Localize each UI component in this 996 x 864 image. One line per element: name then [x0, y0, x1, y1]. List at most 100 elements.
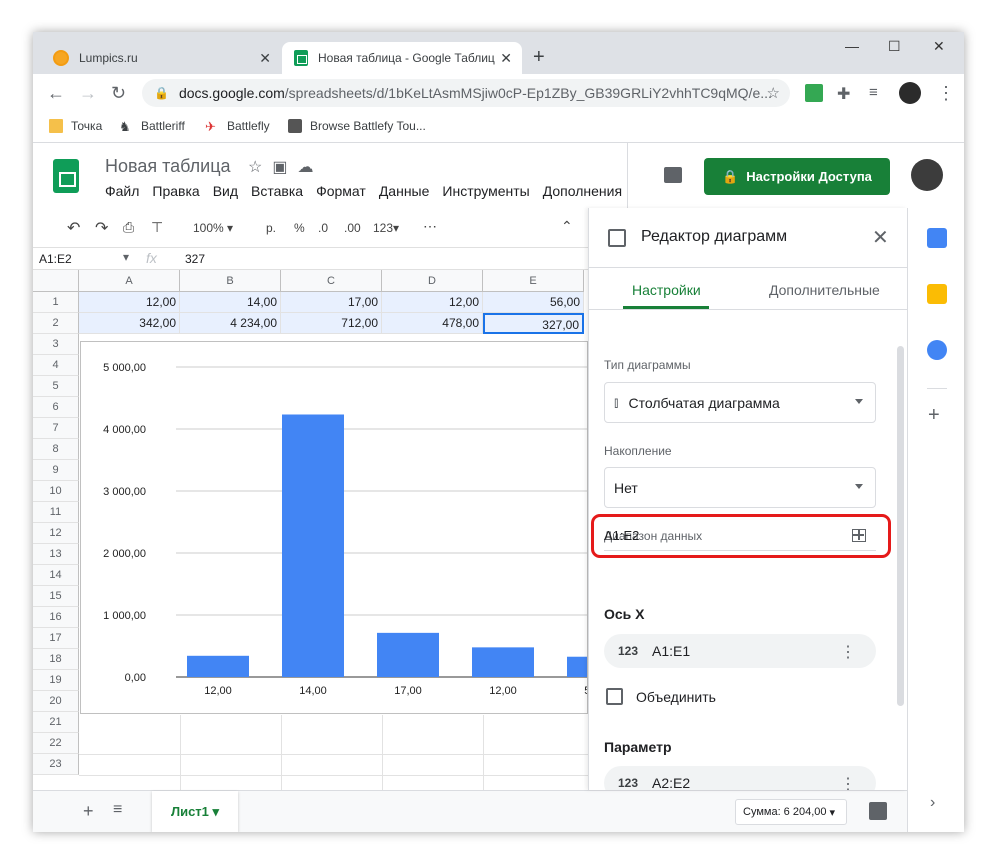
- close-icon[interactable]: ✕: [872, 225, 889, 250]
- add-sheet-icon[interactable]: +: [83, 801, 94, 822]
- profile-avatar-icon[interactable]: [899, 82, 921, 104]
- zoom-select[interactable]: 100% ▾: [193, 221, 233, 235]
- row-header[interactable]: 1: [33, 292, 79, 313]
- expand-panel-icon[interactable]: ›: [930, 794, 935, 812]
- maximize-icon[interactable]: ☐: [888, 38, 901, 55]
- row-header[interactable]: 4: [33, 355, 79, 376]
- window-close-icon[interactable]: ✕: [933, 38, 945, 55]
- currency-format-button[interactable]: р.: [266, 221, 276, 235]
- aggregate-checkbox[interactable]: [606, 688, 623, 705]
- menu-edit[interactable]: Правка: [152, 183, 199, 199]
- sheet-tab-list1[interactable]: Лист1 ▾: [152, 791, 238, 832]
- paint-format-icon[interactable]: ⊤: [151, 219, 163, 236]
- bookmark-item[interactable]: ✈ Battlefly: [205, 119, 270, 134]
- row-header[interactable]: 14: [33, 565, 79, 586]
- menu-insert[interactable]: Вставка: [251, 183, 303, 199]
- menu-kebab-icon[interactable]: ⋮: [937, 83, 955, 104]
- cell-b1[interactable]: 14,00: [180, 292, 281, 313]
- name-box-dropdown-icon[interactable]: ▾: [123, 250, 129, 264]
- bookmark-star-icon[interactable]: ☆: [767, 84, 780, 102]
- row-header[interactable]: 6: [33, 397, 79, 418]
- user-avatar[interactable]: [911, 159, 943, 191]
- cell-a2[interactable]: 342,00: [79, 313, 180, 334]
- more-formats-select[interactable]: 123▾: [373, 221, 399, 235]
- row-header[interactable]: 15: [33, 586, 79, 607]
- redo-icon[interactable]: ↷: [95, 218, 108, 238]
- url-input[interactable]: 🔒 docs.google.com/spreadsheets/d/1bKeLtA…: [142, 79, 790, 107]
- cell-d2[interactable]: 478,00: [382, 313, 483, 334]
- decrease-decimal-button[interactable]: .0: [318, 221, 328, 235]
- row-header[interactable]: 19: [33, 670, 79, 691]
- collapse-icon[interactable]: ⌃: [561, 218, 573, 235]
- menu-addons[interactable]: Дополнения: [543, 183, 622, 199]
- row-header[interactable]: 13: [33, 544, 79, 565]
- cell-c1[interactable]: 17,00: [281, 292, 382, 313]
- check-extension-icon[interactable]: [805, 84, 823, 102]
- row-header[interactable]: 3: [33, 334, 79, 355]
- menu-file[interactable]: Файл: [105, 183, 139, 199]
- tab-lumpics[interactable]: Lumpics.ru ✕: [41, 42, 281, 74]
- bookmark-item[interactable]: ♞ Battleriff: [119, 119, 185, 134]
- bookmark-item[interactable]: Точка: [49, 119, 102, 133]
- more-options-icon[interactable]: ⋮: [840, 642, 856, 662]
- cell-c2[interactable]: 712,00: [281, 313, 382, 334]
- reload-icon[interactable]: ↻: [111, 83, 126, 104]
- calendar-icon[interactable]: [927, 228, 947, 248]
- all-sheets-icon[interactable]: ≡: [113, 801, 122, 819]
- share-button[interactable]: 🔒 Настройки Доступа: [704, 158, 890, 195]
- column-header[interactable]: A: [79, 270, 180, 292]
- row-header[interactable]: 12: [33, 523, 79, 544]
- undo-icon[interactable]: ↶: [67, 218, 80, 238]
- row-header[interactable]: 5: [33, 376, 79, 397]
- tasks-icon[interactable]: [927, 340, 947, 360]
- column-header[interactable]: B: [180, 270, 281, 292]
- row-header[interactable]: 7: [33, 418, 79, 439]
- row-header[interactable]: 21: [33, 712, 79, 733]
- row-header[interactable]: 17: [33, 628, 79, 649]
- close-tab-icon[interactable]: ✕: [500, 50, 512, 67]
- panel-scrollbar[interactable]: [897, 346, 904, 706]
- cell-b2[interactable]: 4 234,00: [180, 313, 281, 334]
- column-header[interactable]: D: [382, 270, 483, 292]
- menu-format[interactable]: Формат: [316, 183, 366, 199]
- increase-decimal-button[interactable]: .00: [344, 221, 361, 235]
- chart-type-select[interactable]: ⫾ Столбчатая диаграмма: [604, 382, 876, 423]
- close-tab-icon[interactable]: ✕: [259, 50, 271, 67]
- sum-indicator[interactable]: Сумма: 6 204,00 ▾: [735, 799, 847, 825]
- more-options-icon[interactable]: ⋮: [840, 774, 856, 790]
- move-folder-icon[interactable]: ▣: [272, 159, 297, 176]
- comments-icon[interactable]: [664, 167, 682, 183]
- x-axis-range-chip[interactable]: 123 A1:E1 ⋮: [604, 634, 876, 668]
- row-header[interactable]: 2: [33, 313, 79, 334]
- row-header[interactable]: 23: [33, 754, 79, 775]
- bookmark-item[interactable]: Browse Battlefy Tou...: [288, 119, 426, 133]
- row-header[interactable]: 10: [33, 481, 79, 502]
- series-range-chip[interactable]: 123 A2:E2 ⋮: [604, 766, 876, 790]
- puzzle-extension-icon[interactable]: ✚: [837, 84, 855, 103]
- row-header[interactable]: 18: [33, 649, 79, 670]
- select-all-corner[interactable]: [33, 270, 79, 292]
- cell-d1[interactable]: 12,00: [382, 292, 483, 313]
- row-header[interactable]: 22: [33, 733, 79, 754]
- tab-setup[interactable]: Настройки: [632, 282, 701, 298]
- row-header[interactable]: 8: [33, 439, 79, 460]
- row-header[interactable]: 16: [33, 607, 79, 628]
- media-icon[interactable]: ≡: [869, 84, 887, 102]
- add-addon-icon[interactable]: +: [928, 404, 940, 427]
- cell-e2-active[interactable]: 327,00: [483, 313, 584, 334]
- explore-icon[interactable]: [869, 802, 887, 820]
- stacking-select[interactable]: Нет: [604, 467, 876, 508]
- row-header[interactable]: 20: [33, 691, 79, 712]
- column-header[interactable]: E: [483, 270, 584, 292]
- column-header[interactable]: C: [281, 270, 382, 292]
- star-icon[interactable]: ☆: [248, 159, 272, 176]
- sheets-logo-icon[interactable]: [53, 159, 79, 193]
- menu-tools[interactable]: Инструменты: [442, 183, 529, 199]
- cell-a1[interactable]: 12,00: [79, 292, 180, 313]
- menu-data[interactable]: Данные: [379, 183, 430, 199]
- formula-input[interactable]: 327: [185, 252, 205, 266]
- menu-view[interactable]: Вид: [213, 183, 238, 199]
- document-title[interactable]: Новая таблица: [105, 156, 231, 177]
- row-header[interactable]: 9: [33, 460, 79, 481]
- keep-icon[interactable]: [927, 284, 947, 304]
